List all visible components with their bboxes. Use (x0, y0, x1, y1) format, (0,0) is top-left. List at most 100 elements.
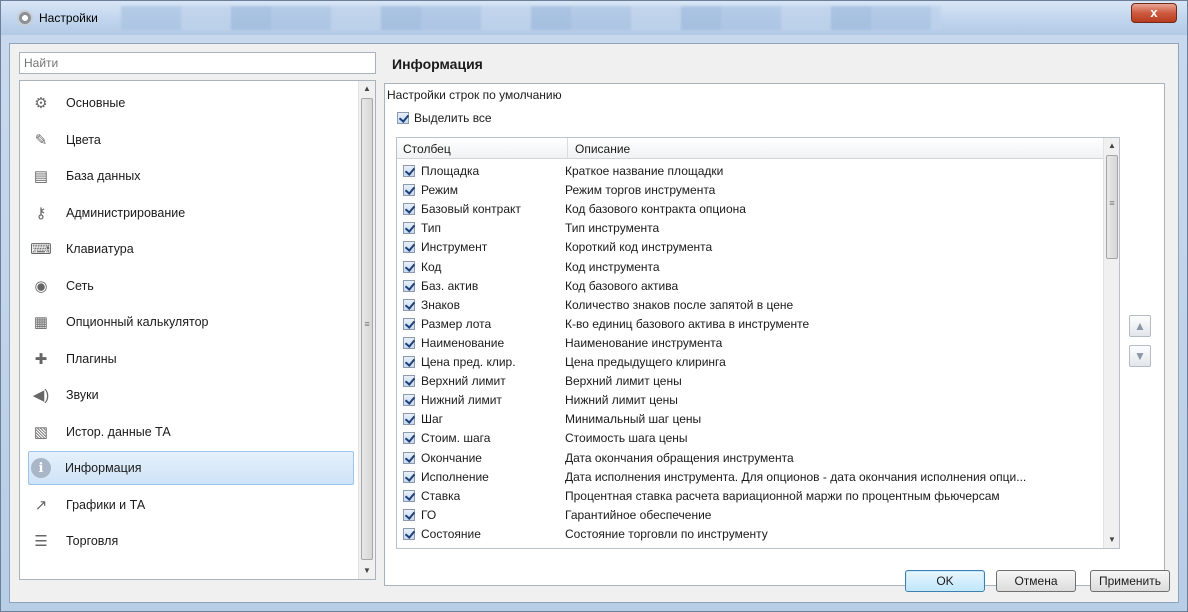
table-scrollbar[interactable]: ▲ ≡ ▼ (1103, 138, 1119, 548)
table-row[interactable]: Окончание Дата окончания обращения инстру… (397, 449, 1103, 468)
keyboard-icon: ⌨ (30, 241, 52, 258)
sidebar-item[interactable]: ▤ База данных (28, 159, 354, 193)
move-up-button[interactable]: ▲ (1129, 315, 1151, 337)
table-row[interactable]: Базовый контракт Код базового контракта о… (397, 200, 1103, 219)
sidebar-item[interactable]: ⚷ Администрирование (28, 196, 354, 230)
move-down-button[interactable]: ▼ (1129, 345, 1151, 367)
row-checkbox[interactable] (403, 336, 415, 349)
sidebar-item[interactable]: ℹ Информация (28, 451, 354, 485)
table-row[interactable]: Размер лота К-во единиц базового актива в… (397, 315, 1103, 334)
column-separator[interactable] (567, 138, 568, 159)
row-checkbox[interactable] (403, 375, 415, 388)
table-row[interactable]: Нижний лимит Нижний лимит цены (397, 391, 1103, 410)
table-row[interactable]: Верхний лимит Верхний лимит цены (397, 372, 1103, 391)
row-checkbox[interactable] (403, 451, 415, 464)
sidebar-item[interactable]: ◀) Звуки (28, 378, 354, 412)
row-checkbox[interactable] (403, 356, 415, 368)
row-description: Тип инструмента (565, 221, 660, 236)
sidebar-item[interactable]: ▧ Истор. данные ТА (28, 415, 354, 449)
ok-button[interactable]: OK (905, 570, 985, 592)
select-all-label: Выделить все (414, 111, 492, 125)
row-description: Стоимость шага цены (565, 431, 688, 446)
row-checkbox[interactable] (403, 203, 415, 216)
sidebar-item-label: Информация (65, 461, 142, 475)
row-column-name: Стоим. шага (421, 431, 491, 446)
row-checkbox[interactable] (403, 394, 415, 407)
row-column-name: Верхний лимит (421, 374, 506, 389)
table-row[interactable]: Площадка Краткое название площадки (397, 162, 1103, 181)
row-checkbox[interactable] (403, 222, 415, 235)
sidebar-item-label: Сеть (66, 278, 94, 293)
column-header-name[interactable]: Столбец (403, 142, 451, 156)
row-column-name: Код (421, 259, 442, 274)
sidebar-item[interactable]: ✚ Плагины (28, 342, 354, 376)
table-row[interactable]: Режим Режим торгов инструмента (397, 181, 1103, 200)
row-column-name: Тип (421, 221, 442, 236)
row-column-name: ГО (421, 507, 437, 522)
row-checkbox[interactable] (403, 470, 415, 483)
row-description: Код базового контракта опциона (565, 202, 746, 217)
table-row[interactable]: Код Код инструмента (397, 258, 1103, 277)
row-checkbox[interactable] (403, 317, 415, 330)
row-checkbox[interactable] (403, 279, 415, 292)
row-column-name: Режим (421, 183, 458, 198)
scroll-up-icon[interactable]: ▲ (359, 81, 375, 97)
table-row[interactable]: Шаг Минимальный шаг цены (397, 410, 1103, 429)
row-checkbox[interactable] (403, 260, 415, 273)
table-row[interactable]: ГО Гарантийное обеспечение (397, 506, 1103, 525)
sidebar-item[interactable]: ☰ Торговля (28, 524, 354, 558)
sidebar-item-label: Торговля (66, 534, 119, 548)
scroll-down-icon[interactable]: ▼ (359, 563, 375, 579)
table-row[interactable]: Баз. актив Код базового актива (397, 277, 1103, 296)
row-checkbox[interactable] (403, 432, 415, 445)
row-description: Режим торгов инструмента (565, 183, 716, 198)
row-column-name: Исполнение (421, 469, 489, 484)
table-row[interactable]: Цена пред. клир. Цена предыдущего клиринг… (397, 353, 1103, 372)
sidebar-item[interactable]: ✎ Цвета (28, 123, 354, 157)
row-checkbox[interactable] (403, 184, 415, 197)
column-header-description[interactable]: Описание (575, 142, 630, 156)
row-checkbox[interactable] (403, 241, 415, 254)
sidebar-scrollbar[interactable]: ▲ ≡ ▼ (358, 81, 375, 579)
table-row[interactable]: Исполнение Дата исполнения инструмента. Д… (397, 468, 1103, 487)
scroll-thumb[interactable]: ≡ (1106, 155, 1118, 259)
search-input[interactable] (19, 52, 376, 74)
row-checkbox[interactable] (403, 508, 415, 521)
row-checkbox[interactable] (403, 489, 415, 502)
sidebar-item-label: Клавиатура (66, 242, 134, 256)
row-checkbox[interactable] (403, 165, 415, 177)
database-icon: ▤ (33, 168, 49, 185)
scroll-up-icon[interactable]: ▲ (1104, 138, 1119, 154)
row-column-name: Площадка (421, 164, 480, 178)
title-bar[interactable]: Настройки x (1, 1, 1187, 35)
sidebar-item[interactable]: ▦ Опционный калькулятор (28, 305, 354, 339)
row-column-name: Ставка (421, 488, 461, 503)
sidebar-item[interactable]: ↗ Графики и ТА (28, 488, 354, 522)
select-all-checkbox[interactable]: Выделить все (397, 111, 492, 125)
close-button[interactable]: x (1131, 3, 1177, 23)
table-row[interactable]: Тип Тип инструмента (397, 219, 1103, 238)
row-checkbox[interactable] (403, 413, 415, 426)
table-row[interactable]: Наименование Наименование инструмента (397, 334, 1103, 353)
settings-gear-icon (17, 10, 33, 26)
row-description: Состояние торговли по инструменту (565, 526, 768, 541)
table-row[interactable]: Ставка Процентная ставка расчета вариацио… (397, 487, 1103, 506)
row-checkbox[interactable] (403, 298, 415, 311)
table-row[interactable]: Состояние Состояние торговли по инструмен… (397, 525, 1103, 544)
checkbox-check-icon[interactable] (397, 112, 409, 124)
scroll-down-icon[interactable]: ▼ (1104, 532, 1119, 548)
cancel-button[interactable]: Отмена (996, 570, 1076, 592)
scroll-thumb[interactable]: ≡ (361, 98, 373, 560)
row-description: Дата окончания обращения инструмента (565, 450, 794, 465)
sidebar-item[interactable]: ⚙ Основные (28, 86, 354, 120)
table-row[interactable]: Стоим. шага Стоимость шага цены (397, 429, 1103, 448)
table-row[interactable]: Знаков Количество знаков после запятой в … (397, 296, 1103, 315)
row-checkbox[interactable] (403, 527, 415, 540)
coins-icon: ☰ (34, 533, 48, 550)
apply-button[interactable]: Применить (1090, 570, 1170, 592)
table-row[interactable]: Инструмент Короткий код инструмента (397, 238, 1103, 257)
sidebar-item-label: Звуки (66, 388, 99, 402)
sidebar-item-label: Администрирование (66, 205, 186, 220)
sidebar-item[interactable]: ⌨ Клавиатура (28, 232, 354, 266)
sidebar-item[interactable]: ◉ Сеть (28, 269, 354, 303)
